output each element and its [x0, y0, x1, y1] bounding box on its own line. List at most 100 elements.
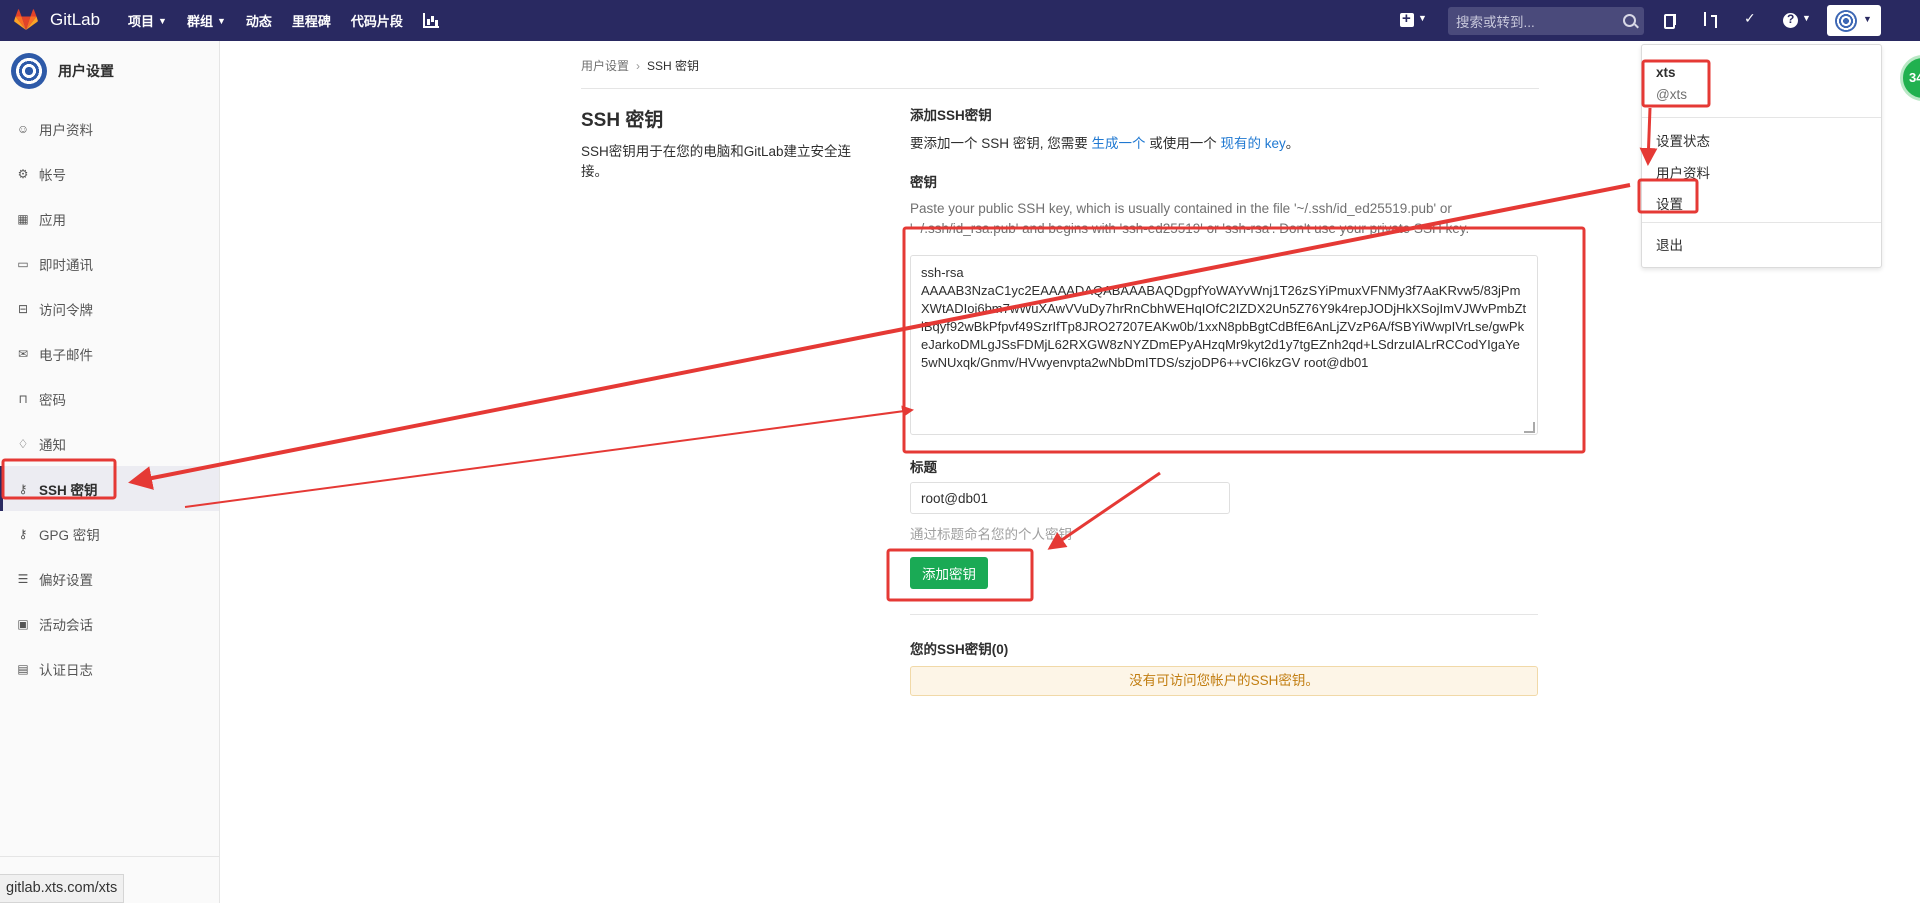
sliders-icon: ☰	[17, 571, 29, 586]
sidebar-item-label: 帐号	[39, 167, 66, 183]
sidebar-item-label: 认证日志	[39, 662, 93, 678]
add-key-button[interactable]: 添加密钥	[910, 557, 988, 589]
settings-sidebar: 用户设置 ☺ 用户资料 ⚙ 帐号 ▦ 应用 ▭ 即时通讯 ⊟ 访问令牌 ✉ 电子邮件 ⊓ 密码…	[0, 41, 220, 903]
chevron-down-icon: ▼	[216, 15, 226, 26]
status-bar-url: gitlab.xts.com/xts	[0, 874, 125, 903]
nav-projects[interactable]: 项目 ▼	[128, 11, 167, 30]
no-keys-message: 没有可访问您帐户的SSH密钥。	[910, 666, 1538, 696]
key-label: 密钥	[910, 175, 937, 190]
nav-milestones[interactable]: 里程碑	[292, 11, 331, 30]
sidebar-item-ssh-keys[interactable]: ⚷ SSH 密钥	[0, 466, 219, 511]
menu-item-sign-out[interactable]: 退出	[1656, 234, 1683, 254]
sidebar-item-notifications[interactable]: ♢ 通知	[0, 421, 219, 466]
activity-chart-icon[interactable]	[422, 13, 439, 28]
sidebar-item-chat[interactable]: ▭ 即时通讯	[0, 241, 219, 286]
instruction-text: 。	[1285, 136, 1300, 151]
sidebar-item-applications[interactable]: ▦ 应用	[0, 196, 219, 241]
menu-item-settings[interactable]: 设置	[1656, 193, 1683, 213]
chevron-down-icon[interactable]: ▼	[1802, 13, 1811, 23]
chevron-down-icon: ▼	[158, 15, 167, 26]
log-icon: ▤	[17, 661, 29, 676]
dropdown-username[interactable]: xts	[1656, 65, 1676, 80]
add-ssh-key-instructions: 要添加一个 SSH 密钥, 您需要 生成一个 或使用一个 现有的 key。	[910, 132, 1538, 152]
sidebar-item-label: 访问令牌	[39, 302, 93, 318]
search-input[interactable]	[1448, 7, 1618, 37]
divider	[1642, 222, 1881, 223]
resize-handle-icon[interactable]	[1524, 422, 1535, 433]
token-icon: ⊟	[17, 301, 29, 316]
account-gear-icon: ⚙	[17, 166, 29, 181]
merge-request-icon[interactable]	[1703, 12, 1719, 28]
add-ssh-key-heading: 添加SSH密钥	[910, 108, 992, 123]
sidebar-item-label: 偏好设置	[39, 572, 93, 588]
sidebar-item-label: 用户资料	[39, 122, 93, 138]
user-dropdown-menu: xts @xts 设置状态 用户资料 设置 退出	[1641, 44, 1882, 268]
sidebar-item-label: 密码	[39, 392, 66, 408]
user-circle-icon: ☺	[16, 121, 30, 136]
existing-key-link[interactable]: 现有的 key	[1221, 136, 1286, 151]
sidebar-item-label: GPG 密钥	[39, 527, 100, 543]
sidebar-item-profile[interactable]: ☺ 用户资料	[0, 106, 219, 151]
sidebar-item-label: 通知	[39, 437, 66, 453]
floating-counter-badge[interactable]: 34	[1900, 55, 1920, 101]
chat-icon: ▭	[17, 256, 29, 271]
sidebar-header[interactable]: 用户设置	[11, 53, 114, 89]
annotation-arrow	[184, 405, 914, 508]
sidebar-item-gpg-keys[interactable]: ⚷ GPG 密钥	[0, 511, 219, 556]
plus-icon[interactable]	[1400, 10, 1414, 27]
grid-icon: ▦	[17, 211, 29, 226]
sidebar-item-emails[interactable]: ✉ 电子邮件	[0, 331, 219, 376]
main-nav-menu: 项目 ▼ 群组 ▼ 动态 里程碑 代码片段	[128, 0, 459, 41]
key-icon: ⚷	[18, 526, 28, 541]
gitlab-logo-icon[interactable]	[14, 9, 38, 31]
sidebar-item-active-sessions[interactable]: ▣ 活动会话	[0, 601, 219, 646]
instruction-text: 或使用一个	[1145, 136, 1221, 151]
sidebar-item-password[interactable]: ⊓ 密码	[0, 376, 219, 421]
search-box[interactable]	[1448, 7, 1644, 37]
divider	[581, 88, 1539, 89]
top-navbar: GitLab 项目▼ 群组▼ 动态 里程碑 代码片段 ▼ ▼ ▼	[0, 0, 1920, 41]
page-title: SSH 密钥	[581, 110, 664, 131]
sidebar-divider	[0, 856, 219, 857]
title-input[interactable]	[910, 482, 1230, 514]
search-icon	[1623, 14, 1636, 27]
menu-item-set-status[interactable]: 设置状态	[1656, 130, 1710, 150]
key-textarea[interactable]	[910, 255, 1538, 435]
your-ssh-keys-heading: 您的SSH密钥(0)	[910, 642, 1009, 657]
instruction-text: 要添加一个 SSH 密钥, 您需要	[910, 136, 1092, 151]
dropdown-handle[interactable]: @xts	[1656, 87, 1687, 102]
sidebar-item-label: 应用	[39, 212, 66, 228]
envelope-icon: ✉	[17, 346, 29, 361]
avatar	[1835, 10, 1857, 32]
page-intro: SSH 密钥 SSH密钥用于在您的电脑和GitLab建立安全连接。	[581, 105, 866, 182]
breadcrumb: 用户设置 › SSH 密钥	[581, 57, 699, 74]
nav-snippets[interactable]: 代码片段	[351, 11, 403, 30]
sidebar-item-label: 活动会话	[39, 617, 93, 633]
menu-item-profile[interactable]: 用户资料	[1656, 162, 1710, 182]
sidebar-title: 用户设置	[58, 63, 114, 79]
sidebar-list: ☺ 用户资料 ⚙ 帐号 ▦ 应用 ▭ 即时通讯 ⊟ 访问令牌 ✉ 电子邮件 ⊓ 密码 ♢ 通知 …	[0, 106, 219, 691]
sidebar-item-label: 电子邮件	[39, 347, 93, 363]
title-label: 标题	[910, 460, 937, 475]
generate-key-link[interactable]: 生成一个	[1092, 136, 1146, 151]
sidebar-item-access-tokens[interactable]: ⊟ 访问令牌	[0, 286, 219, 331]
nav-groups[interactable]: 群组 ▼	[187, 11, 226, 30]
sidebar-item-account[interactable]: ⚙ 帐号	[0, 151, 219, 196]
sidebar-item-label: SSH 密钥	[39, 482, 98, 498]
user-menu-button[interactable]: ▼	[1827, 5, 1881, 36]
chevron-right-icon: ›	[636, 59, 641, 73]
lock-icon: ⊓	[18, 391, 28, 406]
avatar	[11, 53, 47, 89]
issues-icon[interactable]	[1743, 10, 1759, 28]
todo-icon[interactable]	[1663, 12, 1679, 29]
help-icon[interactable]	[1783, 12, 1798, 28]
chevron-down-icon[interactable]: ▼	[1418, 13, 1427, 23]
sidebar-item-auth-log[interactable]: ▤ 认证日志	[0, 646, 219, 691]
gitlab-brand[interactable]: GitLab	[50, 10, 100, 30]
nav-activity[interactable]: 动态	[246, 11, 272, 30]
breadcrumb-parent[interactable]: 用户设置	[581, 59, 629, 73]
page-description: SSH密钥用于在您的电脑和GitLab建立安全连接。	[581, 144, 852, 179]
sidebar-item-label: 即时通讯	[39, 257, 93, 273]
sidebar-item-preferences[interactable]: ☰ 偏好设置	[0, 556, 219, 601]
breadcrumb-current[interactable]: SSH 密钥	[647, 59, 699, 73]
